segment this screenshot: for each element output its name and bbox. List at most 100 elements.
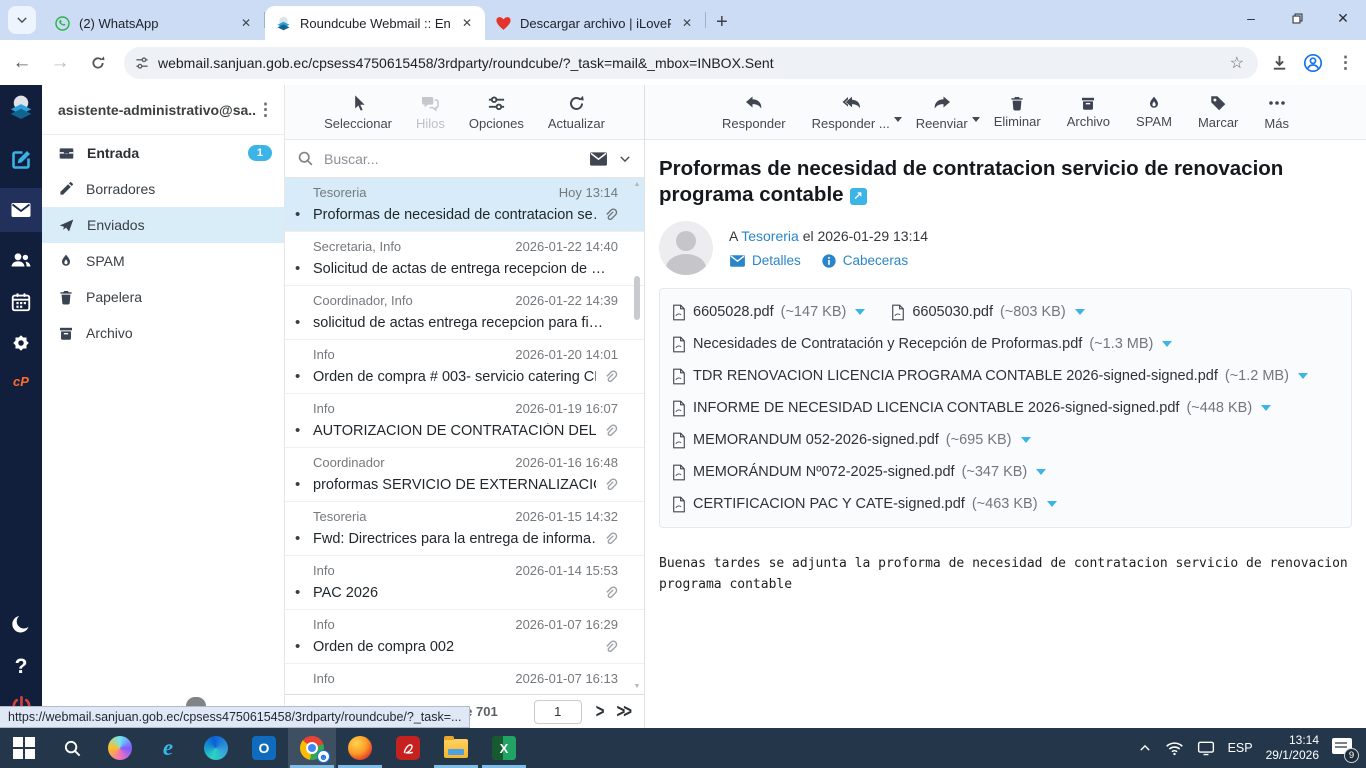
forward-button[interactable]: → xyxy=(44,47,76,79)
responder-button[interactable]: Responder xyxy=(722,93,786,131)
folder-item-archivo[interactable]: Archivo xyxy=(42,315,284,351)
folder-item-entrada[interactable]: Entrada 1 xyxy=(42,135,284,171)
tab-whatsapp[interactable]: (2) WhatsApp ✕ xyxy=(44,6,264,40)
tab-roundcube[interactable]: Roundcube Webmail :: Enviados ✕ xyxy=(265,6,485,40)
folder-item-borradores[interactable]: Borradores xyxy=(42,171,284,207)
message-row[interactable]: Info 2026-01-19 16:07 • AUTORIZACION DE CON… xyxy=(285,394,644,448)
scrollbar-thumb[interactable] xyxy=(634,276,640,320)
back-button[interactable]: ← xyxy=(6,47,38,79)
tab-search-button[interactable] xyxy=(8,6,36,34)
marcar-button[interactable]: Marcar xyxy=(1198,94,1238,130)
open-in-new-window-icon[interactable]: ↗ xyxy=(849,187,867,205)
responder-all-button[interactable]: Responder ... xyxy=(812,93,902,131)
next-page-button[interactable]: > xyxy=(596,700,605,722)
downloads-icon[interactable] xyxy=(1270,53,1289,72)
clock[interactable]: 13:14 29/1/2026 xyxy=(1266,733,1319,763)
folder-item-spam[interactable]: SPAM xyxy=(42,243,284,279)
close-icon[interactable]: ✕ xyxy=(679,15,695,31)
attachment-chip[interactable]: Necesidades de Contratación y Recepción … xyxy=(672,331,1173,357)
search-options-icon[interactable] xyxy=(618,152,632,166)
attachment-chip[interactable]: MEMORÁNDUM Nº072-2025-signed.pdf (~347 KB… xyxy=(672,459,1047,485)
display-icon[interactable] xyxy=(1197,740,1215,756)
restore-button[interactable] xyxy=(1274,0,1320,36)
close-icon[interactable]: ✕ xyxy=(459,15,475,31)
account-menu-icon[interactable]: ⋮ xyxy=(257,100,274,120)
mas-button[interactable]: Más xyxy=(1264,93,1289,131)
help-button[interactable]: ? xyxy=(15,655,28,679)
attachment-chip[interactable]: 6605030.pdf (~803 KB) xyxy=(891,299,1085,325)
message-row[interactable]: Info 2026-01-07 16:13 • xyxy=(285,664,644,694)
eliminar-button[interactable]: Eliminar xyxy=(994,95,1041,129)
attachment-chip[interactable]: CERTIFICACION PAC Y CATE-signed.pdf (~463… xyxy=(672,491,1057,517)
dropdown-caret[interactable] xyxy=(971,117,980,122)
close-icon[interactable]: ✕ xyxy=(238,15,254,31)
taskbar-edge-button[interactable] xyxy=(192,728,240,768)
mail-nav-button[interactable] xyxy=(0,188,42,232)
attachment-name[interactable]: MEMORÁNDUM Nº072-2025-signed.pdf xyxy=(693,464,955,480)
folder-item-enviados[interactable]: Enviados xyxy=(42,207,284,243)
tab-ilovepdf[interactable]: Descargar archivo | iLovePDF ✕ xyxy=(485,6,705,40)
scroll-up-icon[interactable]: ▲ xyxy=(634,180,641,190)
message-row[interactable]: Coordinador, Info 2026-01-22 14:39 • solici… xyxy=(285,286,644,340)
attachment-menu-caret[interactable] xyxy=(1020,437,1031,443)
bookmark-star-icon[interactable]: ☆ xyxy=(1226,53,1248,73)
address-bar[interactable]: ☆ xyxy=(124,46,1258,79)
cpanel-button[interactable]: cP xyxy=(13,373,29,389)
calendar-nav-button[interactable] xyxy=(10,291,32,316)
dark-mode-button[interactable] xyxy=(9,613,33,640)
contacts-nav-button[interactable] xyxy=(9,248,33,275)
taskbar-search-button[interactable] xyxy=(48,728,96,768)
search-scope-icon[interactable] xyxy=(589,151,608,167)
taskbar-outlook-button[interactable]: O xyxy=(240,728,288,768)
search-input[interactable] xyxy=(324,150,579,167)
start-button[interactable] xyxy=(0,728,48,768)
attachment-chip[interactable]: INFORME DE NECESIDAD LICENCIA CONTABLE 2… xyxy=(672,395,1272,421)
wifi-icon[interactable] xyxy=(1165,740,1184,756)
attachment-menu-caret[interactable] xyxy=(1162,341,1173,347)
taskbar-copilot-button[interactable] xyxy=(96,728,144,768)
reload-button[interactable] xyxy=(82,47,114,79)
language-indicator[interactable]: ESP xyxy=(1228,741,1253,755)
archivo-button[interactable]: Archivo xyxy=(1067,95,1110,129)
compose-button[interactable] xyxy=(9,148,33,175)
attachment-name[interactable]: INFORME DE NECESIDAD LICENCIA CONTABLE 2… xyxy=(693,400,1179,416)
attachment-chip[interactable]: MEMORANDUM 052-2026-signed.pdf (~695 KB) xyxy=(672,427,1031,453)
opciones-button[interactable]: Opciones xyxy=(469,94,524,131)
new-tab-button[interactable]: + xyxy=(716,12,728,32)
page-input[interactable] xyxy=(533,699,582,724)
recipient-link[interactable]: Tesoreria xyxy=(741,228,799,244)
minimize-button[interactable]: – xyxy=(1228,0,1274,36)
profile-icon[interactable] xyxy=(1303,53,1323,73)
attachment-menu-caret[interactable] xyxy=(1046,501,1057,507)
reenviar-button[interactable]: Reenviar xyxy=(916,93,980,131)
settings-nav-button[interactable] xyxy=(10,332,32,357)
headers-toggle[interactable]: Cabeceras xyxy=(821,253,908,269)
taskbar-acrobat-button[interactable] xyxy=(384,728,432,768)
attachment-menu-caret[interactable] xyxy=(1036,469,1047,475)
list-scrollbar[interactable]: ▲ ▼ xyxy=(631,180,643,692)
spam-button[interactable]: SPAM xyxy=(1136,95,1172,129)
site-settings-icon[interactable] xyxy=(134,55,150,71)
message-row[interactable]: Coordinador 2026-01-16 16:48 • proformas SE… xyxy=(285,448,644,502)
attachment-menu-caret[interactable] xyxy=(1261,405,1272,411)
message-row[interactable]: Info 2026-01-07 16:29 • Orden de compra 002 xyxy=(285,610,644,664)
taskbar-firefox-button[interactable] xyxy=(336,728,384,768)
attachment-name[interactable]: TDR RENOVACION LICENCIA PROGRAMA CONTABL… xyxy=(693,368,1218,384)
close-window-button[interactable]: ✕ xyxy=(1320,0,1366,36)
browser-menu-icon[interactable]: ⋮ xyxy=(1337,53,1354,73)
dropdown-caret[interactable] xyxy=(893,117,902,122)
notifications-button[interactable]: 9 xyxy=(1332,736,1359,763)
tray-expand-icon[interactable] xyxy=(1138,741,1152,755)
taskbar-chrome-button[interactable]: ☻ xyxy=(288,728,336,768)
last-page-button[interactable]: >> xyxy=(616,700,631,722)
message-row[interactable]: Info 2026-01-14 15:53 • PAC 2026 xyxy=(285,556,644,610)
message-row[interactable]: Tesoreria 2026-01-15 14:32 • Fwd: Directric… xyxy=(285,502,644,556)
search-bar[interactable] xyxy=(285,140,644,178)
taskbar-excel-button[interactable]: X xyxy=(480,728,528,768)
attachment-menu-caret[interactable] xyxy=(855,309,866,315)
folder-item-papelera[interactable]: Papelera xyxy=(42,279,284,315)
taskbar-explorer-button[interactable] xyxy=(432,728,480,768)
attachment-menu-caret[interactable] xyxy=(1297,373,1308,379)
attachment-chip[interactable]: 6605028.pdf (~147 KB) xyxy=(672,299,866,325)
seleccionar-button[interactable]: Seleccionar xyxy=(324,94,392,131)
